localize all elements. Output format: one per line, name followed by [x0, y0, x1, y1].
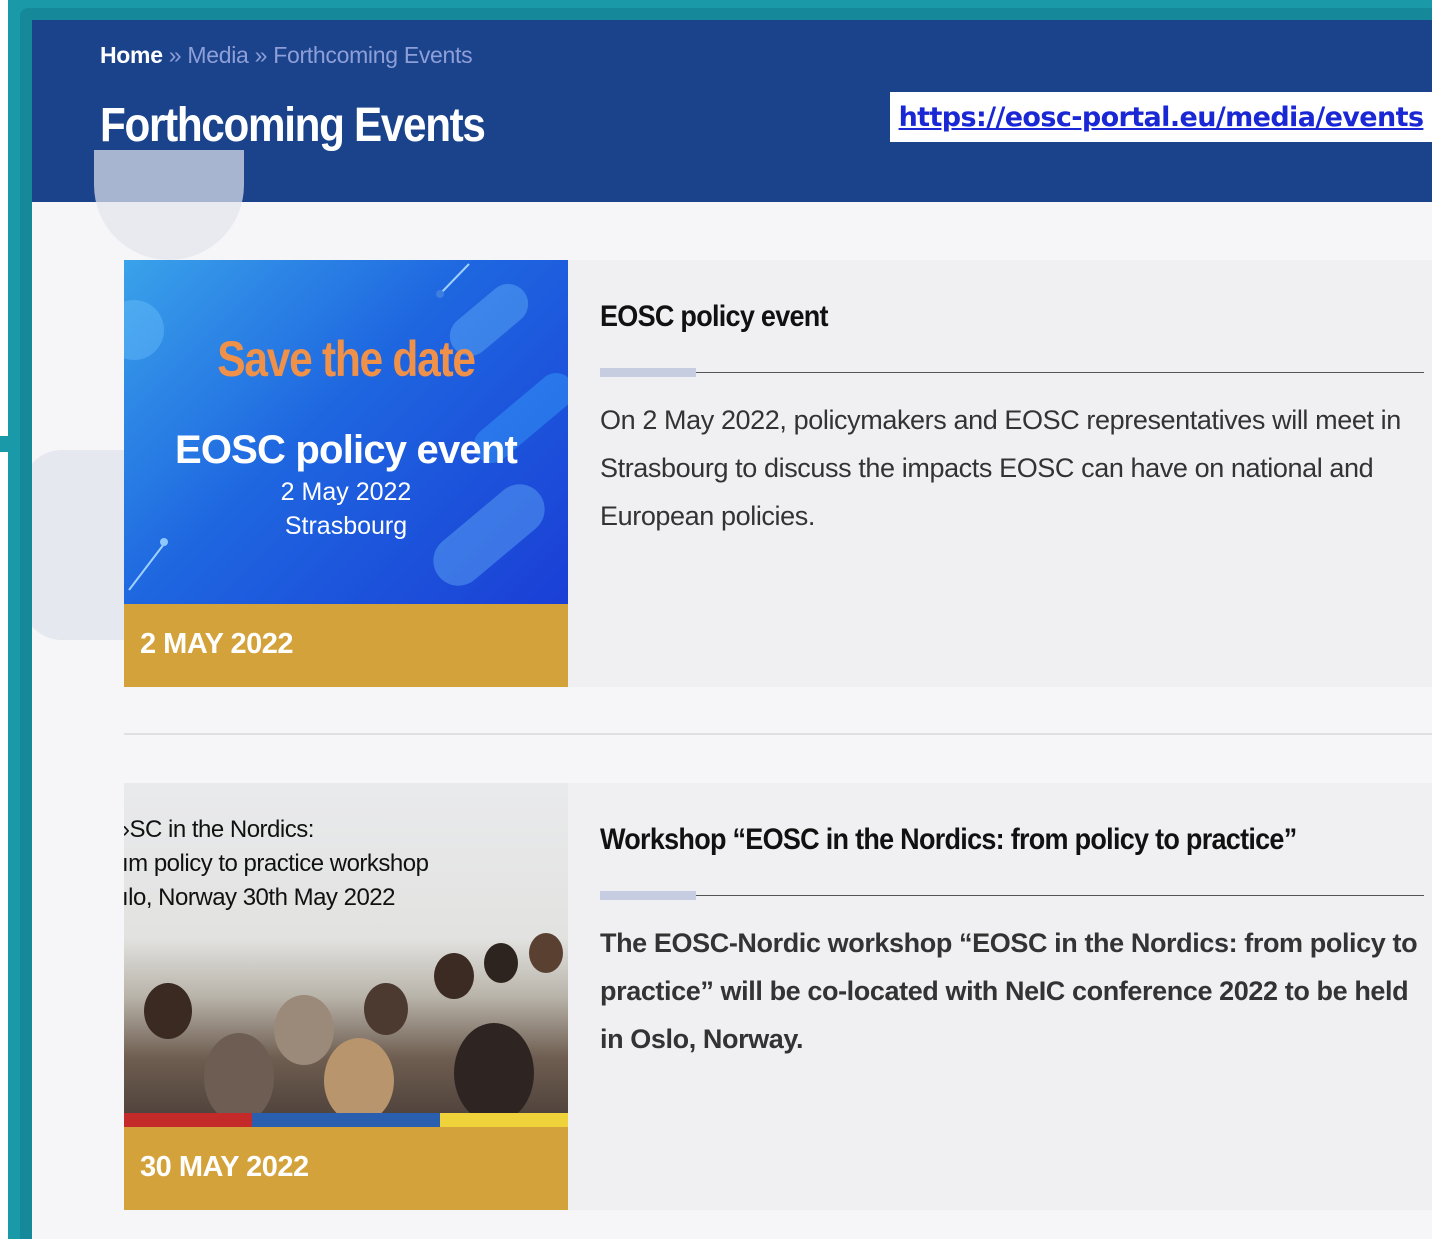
event-image[interactable]: ›SC in the Nordics: ım policy to practic… — [124, 783, 568, 1127]
event-description: On 2 May 2022, policymakers and EOSC rep… — [600, 405, 1401, 531]
breadcrumb-separator: » — [162, 42, 188, 68]
event-image[interactable]: Save the date EOSC policy event 2 May 20… — [124, 260, 568, 604]
page-viewport: Home » Media » Forthcoming Events Forthc… — [32, 20, 1432, 1239]
title-divider-accent — [600, 891, 696, 900]
image-caption: ›SC in the Nordics: ım policy to practic… — [124, 816, 429, 911]
card-separator — [124, 733, 1432, 735]
image-event-city: Strasbourg — [284, 512, 408, 540]
title-divider — [600, 372, 1424, 373]
breadcrumb-current: Forthcoming Events — [273, 42, 473, 68]
screenshot-frame: Home » Media » Forthcoming Events Forthc… — [20, 8, 1432, 1239]
title-divider-accent — [600, 368, 696, 377]
event-description: The EOSC-Nordic workshop “EOSC in the No… — [600, 928, 1418, 1054]
date-badge: 30 MAY 2022 — [124, 1127, 568, 1210]
breadcrumb-media-link[interactable]: Media — [187, 42, 248, 68]
url-annotation: https://eosc-portal.eu/media/events — [890, 92, 1432, 142]
event-card[interactable]: Save the date EOSC policy event 2 May 20… — [124, 260, 1432, 687]
event-title-link[interactable]: EOSC policy event — [600, 300, 829, 334]
image-event-name: EOSC policy event — [174, 428, 518, 472]
image-save-the-date: Save the date — [217, 331, 476, 387]
date-badge-text: 2 MAY 2022 — [140, 628, 294, 660]
breadcrumb-separator: » — [248, 42, 274, 68]
page-title: Forthcoming Events — [100, 99, 486, 152]
breadcrumb-home-link[interactable]: Home — [100, 42, 163, 68]
date-badge: 2 MAY 2022 — [124, 604, 568, 687]
event-title-link[interactable]: Workshop “EOSC in the Nordics: from poli… — [600, 823, 1297, 857]
title-divider — [600, 895, 1424, 896]
event-card[interactable]: ›SC in the Nordics: ım policy to practic… — [124, 783, 1432, 1210]
events-url-link[interactable]: https://eosc-portal.eu/media/events — [899, 102, 1424, 133]
image-event-date: 2 May 2022 — [280, 478, 412, 506]
decorative-circle — [94, 150, 244, 260]
window-edge-top — [0, 0, 8, 436]
date-badge-text: 30 MAY 2022 — [140, 1151, 309, 1183]
breadcrumb: Home » Media » Forthcoming Events — [100, 42, 473, 69]
window-edge-bottom — [0, 452, 8, 1239]
